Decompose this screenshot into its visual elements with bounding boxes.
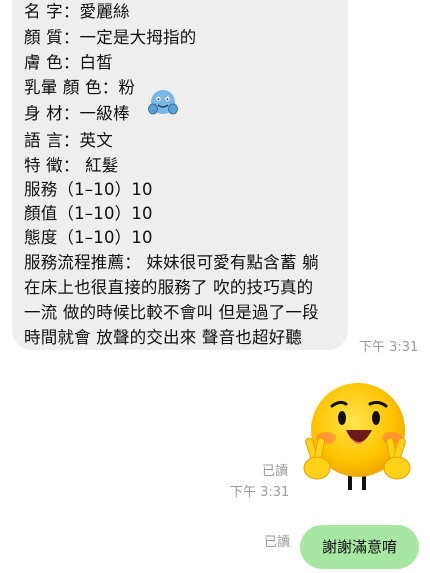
incoming-message-bubble[interactable]: 名 字：愛麗絲 顏 質：一定是大拇指的 膚 色：白皙 乳暈 顏 色：粉 身 材：… xyxy=(12,0,348,350)
read-receipt: 已讀 xyxy=(264,535,291,550)
message-line: 特 徵： 紅髮 xyxy=(24,156,119,175)
message-line: 顏值（1–10）10 xyxy=(24,204,153,223)
message-line: 身 材：一級棒 xyxy=(24,104,130,123)
message-line: 膚 色：白皙 xyxy=(24,53,113,72)
message-timestamp: 下午 3:31 xyxy=(230,485,290,500)
outgoing-message-bubble[interactable]: 謝謝滿意唷 xyxy=(300,525,419,569)
message-timestamp: 下午 3:31 xyxy=(359,340,419,355)
message-line: 態度（1–10）10 xyxy=(24,228,153,247)
message-line: 名 字：愛麗絲 xyxy=(24,2,130,21)
message-line: 時間就會 放聲的交出來 聲音也超好聽 xyxy=(24,328,303,347)
message-line: 服務（1–10）10 xyxy=(24,180,153,199)
message-line: 在床上也很直接的服務了 吹的技巧真的 xyxy=(24,278,314,297)
message-line: 服務流程推薦： 妹妹很可愛有點含蓄 躺 xyxy=(24,253,319,272)
hugging-face-icon xyxy=(148,90,178,115)
message-line: 顏 質：一定是大拇指的 xyxy=(24,28,197,47)
yellow-face-victory-sticker[interactable] xyxy=(298,380,420,498)
message-line: 乳暈 顏 色：粉 xyxy=(24,78,136,97)
message-line: 語 言：英文 xyxy=(24,131,113,150)
chat-view: 名 字：愛麗絲 顏 質：一定是大拇指的 膚 色：白皙 乳暈 顏 色：粉 身 材：… xyxy=(0,0,430,573)
read-receipt: 已讀 xyxy=(262,464,289,479)
message-line: 一流 做的時候比較不會叫 但是過了一段 xyxy=(24,303,319,322)
